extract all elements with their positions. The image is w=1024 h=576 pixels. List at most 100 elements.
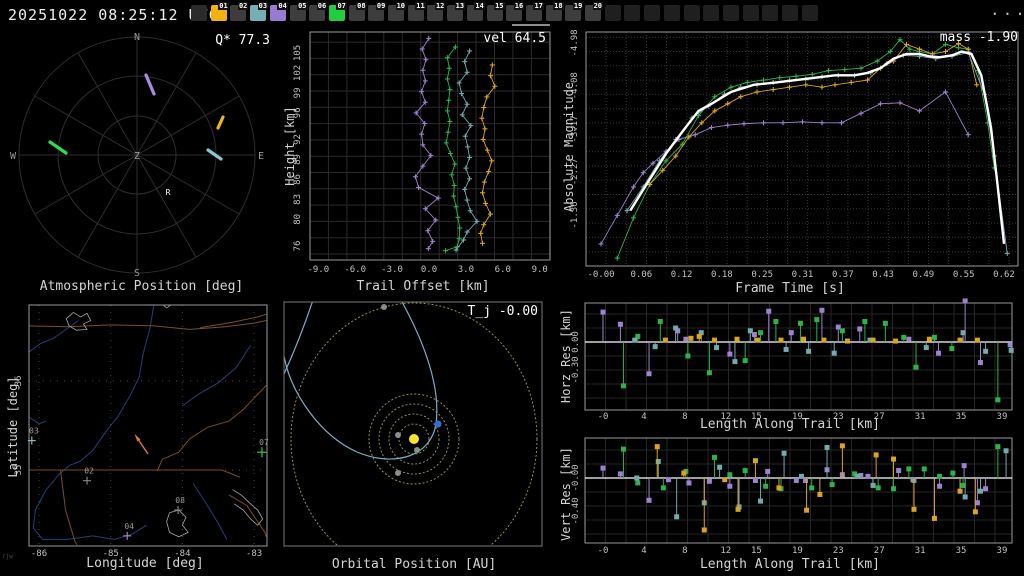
orbital-xlabel: Orbital Position [AU] bbox=[283, 557, 545, 572]
station-box-03[interactable]: 03 bbox=[250, 5, 266, 21]
residual-point bbox=[663, 338, 668, 343]
station-box-06[interactable]: 06 bbox=[309, 5, 325, 21]
residual-point bbox=[958, 489, 963, 494]
residual-point bbox=[896, 468, 901, 473]
planet-dot bbox=[414, 447, 420, 453]
residual-point bbox=[743, 468, 748, 473]
residual-point bbox=[862, 319, 867, 324]
plot-frame bbox=[29, 305, 267, 546]
station-box-blank bbox=[762, 5, 778, 21]
grid bbox=[29, 305, 267, 546]
meteoroid-orbit-path bbox=[284, 300, 313, 374]
station-box-18[interactable]: 18 bbox=[546, 5, 562, 21]
station-box-number: 09 bbox=[376, 2, 386, 10]
grid bbox=[586, 32, 1018, 266]
residual-point bbox=[666, 477, 671, 482]
station-box-07[interactable]: 07 bbox=[329, 5, 345, 21]
residual-point bbox=[621, 447, 626, 452]
residual-point bbox=[779, 338, 784, 343]
svg-text:0.25: 0.25 bbox=[751, 270, 773, 280]
residual-point bbox=[632, 338, 637, 343]
station-box-13[interactable]: 13 bbox=[447, 5, 463, 21]
residual-point bbox=[685, 353, 690, 358]
station-box-blank bbox=[782, 5, 798, 21]
station-box-05[interactable]: 05 bbox=[290, 5, 306, 21]
station-box-09[interactable]: 09 bbox=[368, 5, 384, 21]
residual-point bbox=[906, 466, 911, 471]
station-box-number: 07 bbox=[336, 2, 346, 10]
residual-point bbox=[840, 328, 845, 333]
residual-point bbox=[814, 317, 819, 322]
svg-text:-4.98: -4.98 bbox=[570, 29, 580, 56]
station-box-15[interactable]: 15 bbox=[487, 5, 503, 21]
residual-point bbox=[653, 344, 658, 349]
river bbox=[193, 483, 227, 539]
svg-text:0.37: 0.37 bbox=[832, 270, 854, 280]
station-box-17[interactable]: 17 bbox=[526, 5, 542, 21]
svg-text:8: 8 bbox=[682, 546, 687, 556]
residual-point bbox=[857, 326, 862, 331]
residual-point bbox=[776, 485, 781, 490]
compass-south-label: S bbox=[134, 268, 140, 278]
series-station-07 bbox=[615, 37, 997, 260]
residual-point bbox=[673, 326, 678, 331]
river bbox=[28, 417, 46, 424]
station-box-02[interactable]: 02 bbox=[230, 5, 246, 21]
station-box-number: 01 bbox=[218, 2, 228, 10]
residual-point bbox=[865, 474, 870, 479]
station-box-16[interactable]: 16 bbox=[506, 5, 522, 21]
station-box-01[interactable]: 01 bbox=[211, 5, 227, 21]
residual-point bbox=[891, 457, 896, 462]
planet-dot bbox=[381, 304, 387, 310]
svg-text:-3.0: -3.0 bbox=[381, 265, 403, 275]
residual-point bbox=[973, 509, 978, 514]
station-box-blank bbox=[802, 5, 818, 21]
station-box-08[interactable]: 08 bbox=[349, 5, 365, 21]
residual-point bbox=[975, 338, 980, 343]
residual-point bbox=[910, 477, 915, 482]
station-box-10[interactable]: 10 bbox=[388, 5, 404, 21]
residual-point bbox=[1009, 348, 1014, 353]
svg-text:83: 83 bbox=[293, 194, 303, 205]
residual-point bbox=[932, 335, 937, 340]
metro-outline bbox=[167, 510, 189, 537]
overflow-menu[interactable]: ... bbox=[990, 0, 1024, 19]
mass-value: mass -1.90 bbox=[878, 30, 1018, 45]
residual-point bbox=[963, 298, 968, 303]
residual-point bbox=[707, 479, 712, 484]
residual-point bbox=[697, 334, 702, 339]
svg-text:39: 39 bbox=[997, 546, 1008, 556]
station-box-19[interactable]: 19 bbox=[565, 5, 581, 21]
residual-point bbox=[789, 330, 794, 335]
svg-text:-0: -0 bbox=[598, 546, 609, 556]
residual-point bbox=[809, 485, 814, 490]
svg-text:02: 02 bbox=[84, 467, 94, 476]
station-box-11[interactable]: 11 bbox=[408, 5, 424, 21]
station-box-number: 19 bbox=[573, 2, 583, 10]
grid bbox=[310, 32, 550, 260]
residual-point bbox=[655, 444, 660, 449]
svg-text:0.0: 0.0 bbox=[421, 265, 437, 275]
map-features bbox=[28, 298, 266, 545]
station-box-number: 03 bbox=[258, 2, 268, 10]
station-box-20[interactable]: 20 bbox=[585, 5, 601, 21]
station-box-blank bbox=[684, 5, 700, 21]
station-box-14[interactable]: 14 bbox=[467, 5, 483, 21]
river bbox=[28, 320, 78, 352]
station-box-12[interactable]: 12 bbox=[427, 5, 443, 21]
residual-point bbox=[784, 347, 789, 352]
residual-point bbox=[932, 516, 937, 521]
velocity-value: vel 64.5 bbox=[406, 31, 546, 46]
residual-point bbox=[618, 471, 623, 476]
residual-point bbox=[830, 482, 835, 487]
residual-point bbox=[674, 514, 679, 519]
svg-text:27: 27 bbox=[874, 546, 885, 556]
svg-text:35: 35 bbox=[956, 546, 967, 556]
residual-point bbox=[618, 322, 623, 327]
station-box-number: 12 bbox=[435, 2, 445, 10]
svg-text:0.49: 0.49 bbox=[913, 270, 935, 280]
svg-text:105: 105 bbox=[293, 45, 303, 61]
residual-point bbox=[949, 346, 954, 351]
station-box-04[interactable]: 04 bbox=[270, 5, 286, 21]
svg-text:0.18: 0.18 bbox=[711, 270, 733, 280]
